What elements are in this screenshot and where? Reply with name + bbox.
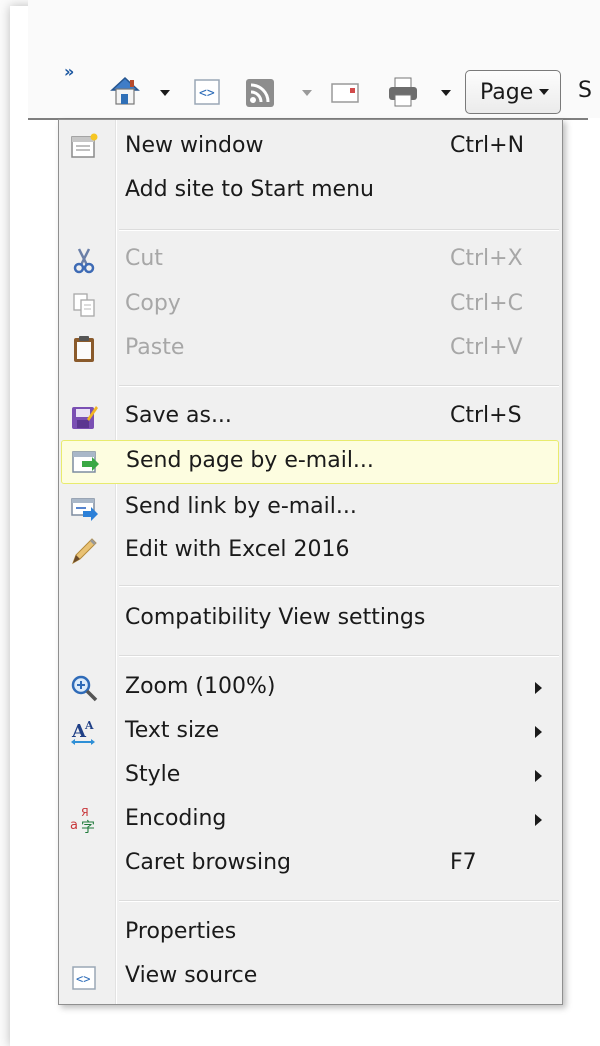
- print-dropdown-arrow[interactable]: [441, 90, 451, 96]
- scissors-icon: [73, 248, 95, 274]
- menu-item-label: Encoding: [125, 806, 227, 831]
- svg-text:字: 字: [81, 820, 95, 835]
- copy-icon: [73, 293, 95, 317]
- new-window-icon: [71, 133, 98, 158]
- svg-text:A: A: [84, 719, 94, 732]
- safety-button-peek[interactable]: S: [578, 78, 592, 103]
- menu-item-paste[interactable]: Paste Ctrl+V: [59, 327, 562, 371]
- send-link-icon: [71, 498, 98, 521]
- svg-text:a: a: [70, 818, 78, 833]
- menu-item-view-source[interactable]: <> View source: [59, 955, 562, 999]
- read-mail-icon[interactable]: [330, 80, 360, 106]
- submenu-arrow-icon: [535, 770, 542, 782]
- menu-item-send-page-by-email[interactable]: Send page by e-mail...: [61, 440, 559, 484]
- menu-item-caret-browsing[interactable]: Caret browsing F7: [59, 842, 562, 886]
- submenu-arrow-icon: [535, 814, 542, 826]
- menu-item-encoding[interactable]: Я a 字 Encoding: [59, 798, 562, 842]
- toolbar-overflow-chevron[interactable]: »: [64, 62, 74, 81]
- menu-item-label: Zoom (100%): [125, 674, 276, 699]
- page-menu-label: Page: [480, 79, 534, 105]
- menu-separator-highlight: [119, 901, 559, 902]
- submenu-arrow-icon: [535, 726, 542, 738]
- zoom-icon: [71, 675, 98, 702]
- menu-item-save-as[interactable]: Save as... Ctrl+S: [59, 395, 562, 439]
- submenu-arrow-icon: [535, 682, 542, 694]
- menu-item-label: Style: [125, 762, 181, 787]
- web-slice-icon[interactable]: <>: [193, 78, 221, 106]
- page-menu-button[interactable]: Page: [465, 70, 561, 114]
- menu-item-shortcut: Ctrl+S: [450, 403, 522, 428]
- menu-item-label: Save as...: [125, 403, 232, 428]
- menu-item-shortcut: F7: [450, 850, 477, 875]
- menu-item-label: Properties: [125, 919, 237, 944]
- svg-text:Я: Я: [81, 806, 89, 819]
- print-icon[interactable]: [386, 76, 420, 108]
- menu-item-label: Send link by e-mail...: [125, 494, 357, 519]
- chevron-down-icon: [539, 89, 550, 95]
- page-dropdown-menu: New window Ctrl+N Add site to Start menu…: [58, 119, 563, 1005]
- menu-item-properties[interactable]: Properties: [59, 911, 562, 955]
- home-icon[interactable]: [108, 74, 142, 108]
- save-icon: [72, 406, 98, 429]
- menu-separator-highlight: [119, 586, 559, 587]
- send-page-icon: [72, 451, 99, 473]
- menu-item-label: View source: [125, 963, 258, 988]
- menu-item-label: Paste: [125, 335, 185, 360]
- svg-text:<>: <>: [76, 972, 90, 986]
- menu-item-label: New window: [125, 133, 264, 158]
- menu-item-label: Cut: [125, 246, 163, 271]
- menu-item-copy[interactable]: Copy Ctrl+C: [59, 283, 562, 327]
- clipboard-icon: [74, 336, 94, 362]
- menu-item-style[interactable]: Style: [59, 754, 562, 798]
- menu-separator-highlight: [119, 656, 559, 657]
- menu-item-new-window[interactable]: New window Ctrl+N: [59, 125, 562, 169]
- rss-feed-icon[interactable]: [245, 78, 275, 108]
- menu-item-send-link-by-email[interactable]: Send link by e-mail...: [59, 486, 562, 530]
- feeds-dropdown-arrow[interactable]: [302, 90, 312, 96]
- encoding-icon: Я a 字: [70, 806, 95, 835]
- menu-separator-highlight: [119, 230, 559, 231]
- menu-item-text-size[interactable]: A A Text size: [59, 710, 562, 754]
- menu-item-shortcut: Ctrl+X: [450, 246, 523, 271]
- menu-item-label: Add site to Start menu: [125, 177, 374, 202]
- menu-item-edit-with-excel[interactable]: Edit with Excel 2016: [59, 529, 562, 573]
- menu-separator-highlight: [119, 386, 559, 387]
- svg-text:<>: <>: [199, 86, 215, 101]
- menu-item-shortcut: Ctrl+N: [450, 133, 525, 158]
- menu-item-label: Send page by e-mail...: [126, 448, 374, 473]
- view-source-icon: <>: [72, 966, 96, 990]
- menu-item-label: Text size: [125, 718, 220, 743]
- menu-item-cut[interactable]: Cut Ctrl+X: [59, 238, 562, 282]
- menu-item-add-site-to-start[interactable]: Add site to Start menu: [59, 169, 562, 213]
- menu-item-label: Copy: [125, 291, 181, 316]
- menu-item-label: Edit with Excel 2016: [125, 537, 350, 562]
- menu-item-label: Caret browsing: [125, 850, 292, 875]
- menu-item-shortcut: Ctrl+V: [450, 335, 523, 360]
- menu-item-compatibility-view-settings[interactable]: Compatibility View settings: [59, 597, 562, 641]
- pencil-icon: [72, 538, 97, 565]
- text-size-icon: A A: [71, 719, 95, 745]
- home-dropdown-arrow[interactable]: [160, 90, 170, 96]
- menu-item-shortcut: Ctrl+C: [450, 291, 523, 316]
- menu-item-label: Compatibility View settings: [125, 605, 426, 630]
- menu-item-zoom[interactable]: Zoom (100%): [59, 666, 562, 710]
